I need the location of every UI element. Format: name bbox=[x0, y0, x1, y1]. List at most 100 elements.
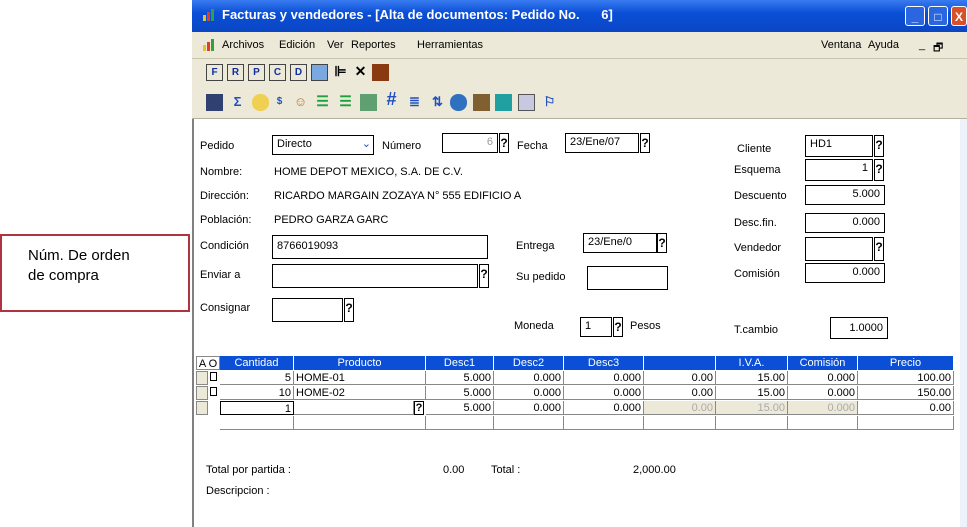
users-icon[interactable] bbox=[450, 94, 467, 111]
header-desc2[interactable]: Desc2 bbox=[494, 356, 564, 370]
header-blank[interactable] bbox=[644, 356, 716, 370]
cell-desc3[interactable]: 0.000 bbox=[564, 371, 644, 385]
cell-precio[interactable]: 100.00 bbox=[858, 371, 954, 385]
cell-desc1[interactable]: 5.000 bbox=[426, 371, 494, 385]
child-minimize-button[interactable]: _ bbox=[919, 39, 925, 51]
calculator-icon[interactable] bbox=[518, 94, 535, 111]
tcambio-field[interactable]: 1.0000 bbox=[830, 317, 888, 339]
cell-producto[interactable] bbox=[294, 401, 414, 415]
cliente-field[interactable]: HD1 bbox=[805, 135, 873, 157]
cell-iva[interactable]: 15.00 bbox=[716, 386, 788, 400]
cell-producto[interactable]: HOME-02 bbox=[294, 386, 426, 400]
fecha-lookup-button[interactable]: ? bbox=[640, 133, 650, 153]
esquema-field[interactable]: 1 bbox=[805, 159, 873, 181]
empty-cell[interactable] bbox=[426, 416, 494, 430]
invoice-icon[interactable]: F bbox=[206, 64, 223, 81]
empty-cell[interactable] bbox=[294, 416, 426, 430]
notes-icon[interactable]: ≣ bbox=[406, 94, 423, 111]
header-cantidad[interactable]: Cantidad bbox=[220, 356, 294, 370]
numero-lookup-button[interactable]: ? bbox=[499, 133, 509, 153]
consignar-field[interactable] bbox=[272, 298, 343, 322]
empty-cell[interactable] bbox=[716, 416, 788, 430]
header-desc1[interactable]: Desc1 bbox=[426, 356, 494, 370]
cell-cantidad[interactable]: 10 bbox=[220, 386, 294, 400]
folder-icon[interactable]: ⊫ bbox=[332, 64, 349, 81]
help-icon[interactable]: ⚐ bbox=[541, 94, 558, 111]
pedido-select[interactable]: Directo ⌄ bbox=[272, 135, 374, 155]
cell-blank[interactable]: 0.00 bbox=[644, 386, 716, 400]
exit-icon[interactable] bbox=[372, 64, 389, 81]
maximize-button[interactable]: □ bbox=[928, 6, 948, 26]
fecha-field[interactable]: 23/Ene/07 bbox=[565, 133, 639, 153]
report-icon[interactable] bbox=[311, 64, 328, 81]
quote-icon[interactable]: C bbox=[269, 64, 286, 81]
minimize-button[interactable]: _ bbox=[905, 6, 925, 26]
header-comision[interactable]: Comisión bbox=[788, 356, 858, 370]
empty-cell[interactable] bbox=[494, 416, 564, 430]
cell-desc2[interactable]: 0.000 bbox=[494, 386, 564, 400]
cell-cantidad[interactable]: 1 bbox=[220, 401, 294, 415]
empty-cell[interactable] bbox=[564, 416, 644, 430]
config-icon[interactable] bbox=[206, 94, 223, 111]
menu-ventana[interactable]: Ventana bbox=[821, 39, 861, 51]
descfin-field[interactable]: 0.000 bbox=[805, 213, 885, 233]
header-iva[interactable]: I.V.A. bbox=[716, 356, 788, 370]
entrega-field[interactable]: 23/Ene/0 bbox=[583, 233, 657, 253]
condicion-field[interactable]: 8766019093 bbox=[272, 235, 488, 259]
empty-cell[interactable] bbox=[220, 416, 294, 430]
handshake-icon[interactable]: ☺ bbox=[292, 94, 309, 111]
cell-desc2[interactable]: 0.000 bbox=[494, 401, 564, 415]
empty-cell[interactable] bbox=[644, 416, 716, 430]
list-icon[interactable]: ☰ bbox=[314, 94, 331, 111]
enviar-lookup-button[interactable]: ? bbox=[479, 264, 489, 288]
supedido-field[interactable] bbox=[587, 266, 668, 290]
cliente-lookup-button[interactable]: ? bbox=[874, 135, 884, 157]
consignar-lookup-button[interactable]: ? bbox=[344, 298, 354, 322]
sales-icon[interactable]: $ bbox=[271, 94, 288, 111]
close-button[interactable]: X bbox=[951, 6, 967, 26]
empty-cell[interactable] bbox=[858, 416, 954, 430]
remission-icon[interactable]: R bbox=[227, 64, 244, 81]
cell-cantidad[interactable]: 5 bbox=[220, 371, 294, 385]
producto-lookup-button[interactable]: ? bbox=[414, 401, 424, 415]
menu-ayuda[interactable]: Ayuda bbox=[868, 39, 899, 51]
cell-desc3[interactable]: 0.000 bbox=[564, 386, 644, 400]
sum-icon[interactable]: Σ bbox=[229, 94, 246, 111]
esquema-lookup-button[interactable]: ? bbox=[874, 159, 884, 181]
number-icon[interactable]: # bbox=[383, 90, 400, 109]
cell-producto[interactable]: HOME-01 bbox=[294, 371, 426, 385]
list2-icon[interactable]: ☰ bbox=[337, 94, 354, 111]
row-selector[interactable] bbox=[196, 386, 208, 400]
menu-reportes[interactable]: Reportes bbox=[351, 39, 396, 51]
return-icon[interactable]: D bbox=[290, 64, 307, 81]
tools-icon[interactable]: ✕ bbox=[352, 64, 369, 81]
cell-comision[interactable]: 0.000 bbox=[788, 386, 858, 400]
bulb-icon[interactable] bbox=[252, 94, 269, 111]
ledger-icon[interactable] bbox=[360, 94, 377, 111]
moneda-field[interactable]: 1 bbox=[580, 317, 612, 337]
sort-icon[interactable]: ⇅ bbox=[429, 94, 446, 111]
cell-precio[interactable]: 0.00 bbox=[858, 401, 954, 415]
header-desc3[interactable]: Desc3 bbox=[564, 356, 644, 370]
cell-desc3[interactable]: 0.000 bbox=[564, 401, 644, 415]
menu-herramientas[interactable]: Herramientas bbox=[417, 39, 483, 51]
enviar-field[interactable] bbox=[272, 264, 478, 288]
menu-ver[interactable]: Ver bbox=[327, 39, 344, 51]
database-icon[interactable] bbox=[495, 94, 512, 111]
moneda-lookup-button[interactable]: ? bbox=[613, 317, 623, 337]
cell-desc2[interactable]: 0.000 bbox=[494, 371, 564, 385]
entrega-lookup-button[interactable]: ? bbox=[657, 233, 667, 253]
cell-comision[interactable]: 0.000 bbox=[788, 371, 858, 385]
row-selector[interactable] bbox=[196, 401, 208, 415]
cell-desc1[interactable]: 5.000 bbox=[426, 401, 494, 415]
cell-iva[interactable]: 15.00 bbox=[716, 371, 788, 385]
cell-precio[interactable]: 150.00 bbox=[858, 386, 954, 400]
cell-blank[interactable]: 0.00 bbox=[644, 371, 716, 385]
row-selector[interactable] bbox=[196, 371, 208, 385]
order-icon[interactable]: P bbox=[248, 64, 265, 81]
header-producto[interactable]: Producto bbox=[294, 356, 426, 370]
inventory-icon[interactable] bbox=[473, 94, 490, 111]
descuento-field[interactable]: 5.000 bbox=[805, 185, 885, 205]
cell-desc1[interactable]: 5.000 bbox=[426, 386, 494, 400]
menu-edicion[interactable]: Edición bbox=[279, 39, 315, 51]
